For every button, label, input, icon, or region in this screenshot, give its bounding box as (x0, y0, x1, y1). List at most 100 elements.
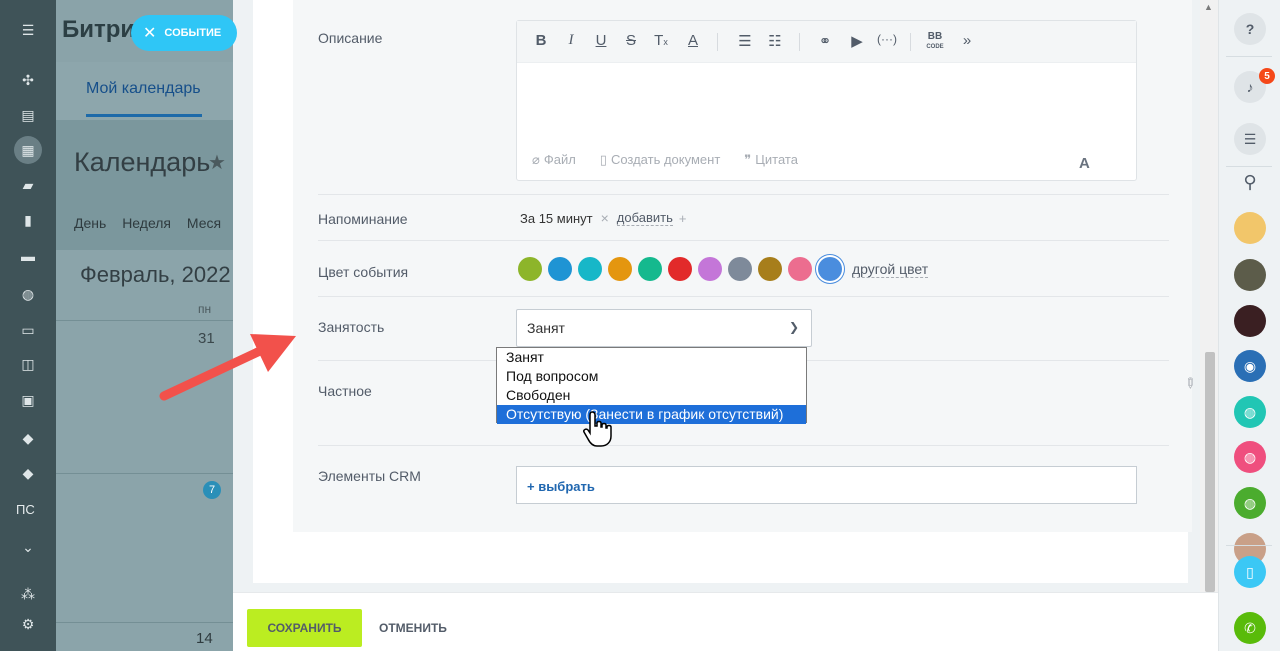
color-swatch[interactable] (758, 257, 782, 281)
group-chat-icon[interactable]: ◉ (1234, 350, 1266, 382)
star-icon[interactable]: ★ (208, 150, 226, 175)
close-icon: ✕ (143, 25, 157, 42)
color-swatch[interactable] (548, 257, 572, 281)
reminder-value: За 15 минут (520, 210, 593, 226)
busy-dropdown-list: Занят Под вопросом Свободен Отсутствую (… (496, 347, 807, 424)
group-chat-icon[interactable]: ◍ (1234, 396, 1266, 428)
scroll-up-icon[interactable]: ▲ (1204, 2, 1213, 12)
numbered-list-icon[interactable]: ☰ (735, 32, 755, 50)
calendar-icon[interactable]: ▦ (14, 136, 42, 164)
group-chat-icon[interactable]: ◍ (1234, 441, 1266, 473)
reminder-label: Напоминание (318, 211, 408, 227)
color-swatch[interactable] (638, 257, 662, 281)
help-icon[interactable]: ? (1234, 13, 1266, 45)
chat-icon[interactable]: ▰ (14, 171, 42, 199)
text-color-icon[interactable]: A (683, 32, 703, 49)
busy-label: Занятость (318, 319, 385, 335)
event-slider: Описание B I U S Tx A ☰ ☷ ⚭ ▶ (···) BB C… (233, 0, 1218, 651)
video-icon[interactable]: ▶ (847, 32, 867, 50)
view-month[interactable]: Меся (187, 215, 221, 231)
brand-logo: Битри (62, 16, 136, 43)
search-icon[interactable]: ⚲ (1234, 166, 1266, 198)
clear-format-icon[interactable]: Tx (651, 32, 671, 49)
document-icon[interactable]: ▮ (14, 206, 42, 234)
bbcode-icon[interactable]: BB CODE (925, 32, 945, 52)
bulleted-list-icon[interactable]: ☷ (765, 32, 785, 50)
remove-reminder-icon[interactable]: × (601, 210, 609, 226)
settings-icon[interactable]: ⚙ (14, 610, 42, 638)
busy-option[interactable]: Занят (497, 348, 806, 367)
other-color-link[interactable]: другой цвет (852, 261, 929, 278)
color-swatch[interactable] (668, 257, 692, 281)
tasks-icon[interactable]: ▤ (14, 101, 42, 129)
groups-icon[interactable]: ◍ (14, 280, 42, 308)
color-swatch[interactable] (728, 257, 752, 281)
window-icon[interactable]: ▭ (14, 316, 42, 344)
expand-icon[interactable]: ⌄ (14, 533, 42, 561)
busy-option[interactable]: Под вопросом (497, 367, 806, 386)
create-document-button[interactable]: ▯ Создать документ (600, 152, 720, 168)
busy-option[interactable]: Свободен (497, 386, 806, 405)
menu-icon[interactable]: ☰ (14, 16, 42, 44)
crm-choose-button[interactable]: + выбрать (516, 466, 1137, 504)
ps-label[interactable]: ПС (16, 502, 35, 517)
pin-icon[interactable]: ✎ (1180, 373, 1200, 393)
crm-label: Элементы CRM (318, 468, 421, 484)
plus-icon[interactable]: + (679, 211, 687, 226)
day-number: 31 (198, 330, 215, 347)
add-reminder-link[interactable]: добавить (616, 210, 673, 226)
drive-icon[interactable]: ▬ (14, 242, 42, 270)
contact-card-icon[interactable]: ▣ (14, 386, 42, 414)
mobile-app-icon[interactable]: ▯ (1234, 556, 1266, 588)
color-swatch[interactable] (698, 257, 722, 281)
bold-icon[interactable]: B (531, 32, 551, 49)
slider-scrollbar[interactable]: ▲ (1200, 0, 1218, 592)
underline-icon[interactable]: U (591, 32, 611, 49)
chat-list-icon[interactable]: ☰ (1234, 123, 1266, 155)
event-chip-label: СОБЫТИЕ (164, 27, 222, 39)
view-week[interactable]: Неделя (122, 215, 171, 231)
avatar[interactable] (1234, 305, 1266, 337)
event-form: Описание B I U S Tx A ☰ ☷ ⚭ ▶ (···) BB C… (293, 0, 1200, 532)
day-badge[interactable]: 7 (203, 481, 221, 499)
phone-icon[interactable]: ◫ (14, 350, 42, 378)
color-swatch[interactable] (518, 257, 542, 281)
italic-icon[interactable]: I (561, 32, 581, 49)
strikethrough-icon[interactable]: S (621, 32, 641, 49)
avatar[interactable] (1234, 212, 1266, 244)
editor-bottom-bar: ⌀ Файл ▯ Создать документ ❞ Цитата (532, 152, 798, 168)
view-day[interactable]: День (74, 215, 106, 231)
save-button[interactable]: СОХРАНИТЬ (247, 609, 362, 647)
background-calendar: Битри Мой календарь Календарь ★ День Нед… (56, 0, 236, 651)
color-swatch[interactable] (608, 257, 632, 281)
busy-select[interactable]: Занят ❯ (516, 309, 812, 347)
scroll-thumb[interactable] (1205, 352, 1215, 592)
feed-icon[interactable]: ✣ (14, 66, 42, 94)
color-swatch[interactable] (818, 257, 842, 281)
color-swatch[interactable] (788, 257, 812, 281)
close-event-button[interactable]: ✕ СОБЫТИЕ (131, 15, 237, 51)
avatar[interactable] (1234, 259, 1266, 291)
description-editor[interactable]: B I U S Tx A ☰ ☷ ⚭ ▶ (···) BB CODE » ⌀ Ф… (516, 20, 1137, 181)
notification-badge: 5 (1259, 68, 1275, 84)
quote-button[interactable]: ❞ Цитата (744, 152, 798, 168)
cancel-button[interactable]: ОТМЕНИТЬ (379, 609, 447, 647)
weekday-label: пн (198, 302, 212, 316)
busy-option-highlighted[interactable]: Отсутствую (Занести в график отсутствий) (497, 405, 806, 424)
box-icon[interactable]: ◆ (14, 424, 42, 452)
tab-my-calendar[interactable]: Мой календарь (86, 80, 201, 98)
color-swatch[interactable] (578, 257, 602, 281)
attach-file-button[interactable]: ⌀ Файл (532, 152, 576, 168)
more-icon[interactable]: » (957, 32, 977, 49)
phone-call-icon[interactable]: ✆ (1234, 612, 1266, 644)
link-icon[interactable]: ⚭ (815, 32, 835, 50)
page-title: Календарь (74, 147, 211, 177)
sitemap-icon[interactable]: ⁂ (14, 580, 42, 608)
view-switcher: День Неделя Меся (74, 215, 233, 231)
group-chat-icon[interactable]: ◍ (1234, 487, 1266, 519)
font-settings-icon[interactable]: A (1079, 155, 1090, 172)
color-label: Цвет события (318, 264, 409, 280)
package-icon[interactable]: ◆ (14, 459, 42, 487)
code-icon[interactable]: (···) (877, 32, 897, 46)
description-label: Описание (318, 30, 383, 46)
